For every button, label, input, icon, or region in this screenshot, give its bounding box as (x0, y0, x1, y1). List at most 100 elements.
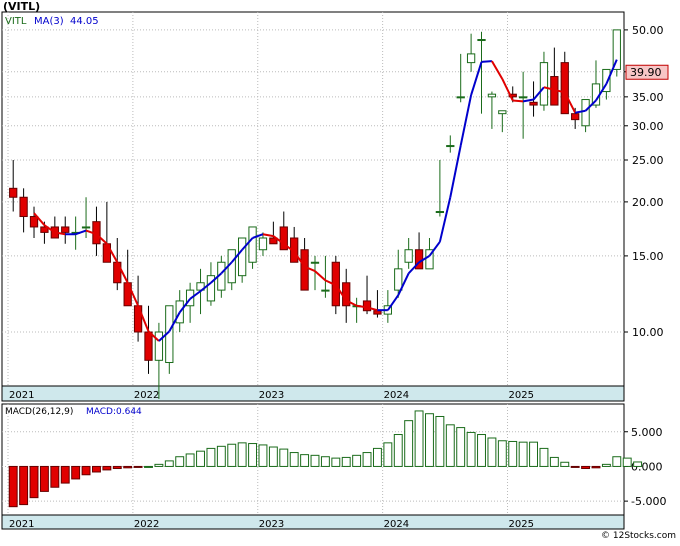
ma-line-segment (512, 99, 524, 103)
macd-bar (393, 434, 403, 467)
macd-bar (456, 427, 466, 467)
macd-bar (331, 457, 341, 467)
candle-body (529, 101, 538, 106)
price-tick-label: 20.00 (632, 196, 664, 209)
macd-bar (8, 465, 18, 508)
ma-value-label: 44.05 (70, 16, 99, 27)
macd-bar (362, 452, 372, 467)
candle-body (154, 331, 164, 361)
macd-bar (487, 437, 497, 467)
macd-bar (310, 454, 320, 467)
macd-bar (570, 465, 580, 468)
candle-body (248, 226, 257, 263)
candle-body (61, 226, 70, 233)
macd-year-label: 2022 (134, 519, 159, 530)
macd-bar (50, 465, 60, 488)
candle-body (456, 96, 465, 99)
candle-body (435, 211, 445, 214)
candle-body (9, 187, 18, 198)
macd-bar (404, 420, 414, 467)
macd-bar (19, 465, 29, 506)
macd-bar (591, 465, 601, 469)
macd-value-label: MACD:0.644 (86, 407, 142, 417)
candle-body (498, 110, 507, 115)
macd-bar (154, 463, 164, 467)
macd-bar (206, 447, 216, 467)
candle-body (373, 310, 382, 315)
macd-bar (529, 441, 538, 467)
macd-bar (289, 452, 299, 467)
candle-body (81, 226, 91, 229)
macd-bar (185, 453, 195, 467)
macd-year-label: 2025 (509, 519, 534, 530)
price-tick-label: 50.00 (632, 24, 664, 37)
macd-bar (71, 465, 81, 480)
candle-body (238, 237, 247, 277)
macd-bar (300, 454, 310, 467)
candle-body (571, 113, 580, 121)
macd-bar (112, 465, 122, 470)
candle-body (310, 261, 320, 264)
ma-line-segment (481, 60, 492, 63)
candle-body (539, 62, 549, 106)
footer-copyright: © 12Stocks.com (601, 531, 676, 541)
macd-bar (144, 465, 153, 468)
macd-year-label: 2021 (9, 519, 34, 530)
candle-body (394, 268, 403, 291)
macd-bar (133, 465, 143, 468)
macd-bar (81, 465, 91, 476)
candle-body (466, 53, 476, 64)
macd-bar (414, 410, 424, 467)
macd-bar (383, 442, 393, 467)
candle-body (477, 39, 486, 42)
macd-bar (601, 463, 611, 467)
macd-bar (560, 461, 570, 467)
macd-year-label: 2024 (384, 519, 409, 530)
macd-bar (612, 456, 622, 467)
price-tick-label: 30.00 (632, 120, 664, 133)
macd-bar (425, 413, 434, 467)
macd-bar (196, 450, 205, 467)
price-tick-label: 35.00 (632, 91, 664, 104)
candle-body (19, 196, 28, 218)
macd-bar (341, 456, 351, 467)
macd-bar (237, 442, 247, 467)
candle-body (581, 99, 590, 127)
price-year-label: 2024 (384, 390, 409, 401)
price-year-label: 2021 (9, 390, 34, 401)
macd-bar (581, 465, 591, 470)
candle-body (362, 300, 372, 312)
macd-bar (123, 465, 133, 469)
macd-bar (477, 434, 486, 467)
macd-label: MACD(26,12,9) (5, 407, 73, 417)
macd-bar (164, 460, 174, 467)
macd-bar (268, 446, 278, 467)
candle-body (446, 145, 455, 148)
macd-bar (175, 456, 185, 467)
macd-bar (539, 447, 549, 467)
macd-bar (279, 448, 289, 467)
candle-body (300, 249, 309, 291)
macd-bar (29, 465, 39, 499)
macd-bar (633, 461, 643, 467)
candle-body (518, 96, 528, 99)
macd-bar (320, 456, 330, 467)
last-price-label: 39.90 (630, 66, 662, 79)
price-year-label: 2023 (259, 390, 284, 401)
macd-bar (497, 440, 507, 467)
ticker-label: VITL (5, 16, 27, 27)
ma-label: MA(3) (34, 16, 64, 27)
candle-body (258, 237, 268, 251)
price-panel-frame (1, 11, 625, 387)
macd-bar (227, 443, 237, 467)
price-tick-label: 25.00 (632, 154, 664, 167)
macd-bar (549, 456, 559, 467)
macd-tick-label: 5.000 (631, 426, 663, 439)
macd-year-label: 2023 (259, 519, 284, 530)
price-tick-label: 10.00 (632, 326, 664, 339)
macd-bar (518, 441, 528, 467)
price-year-label: 2022 (134, 390, 159, 401)
macd-bar (372, 447, 382, 467)
candle-body (404, 249, 413, 263)
macd-bar (435, 415, 445, 467)
